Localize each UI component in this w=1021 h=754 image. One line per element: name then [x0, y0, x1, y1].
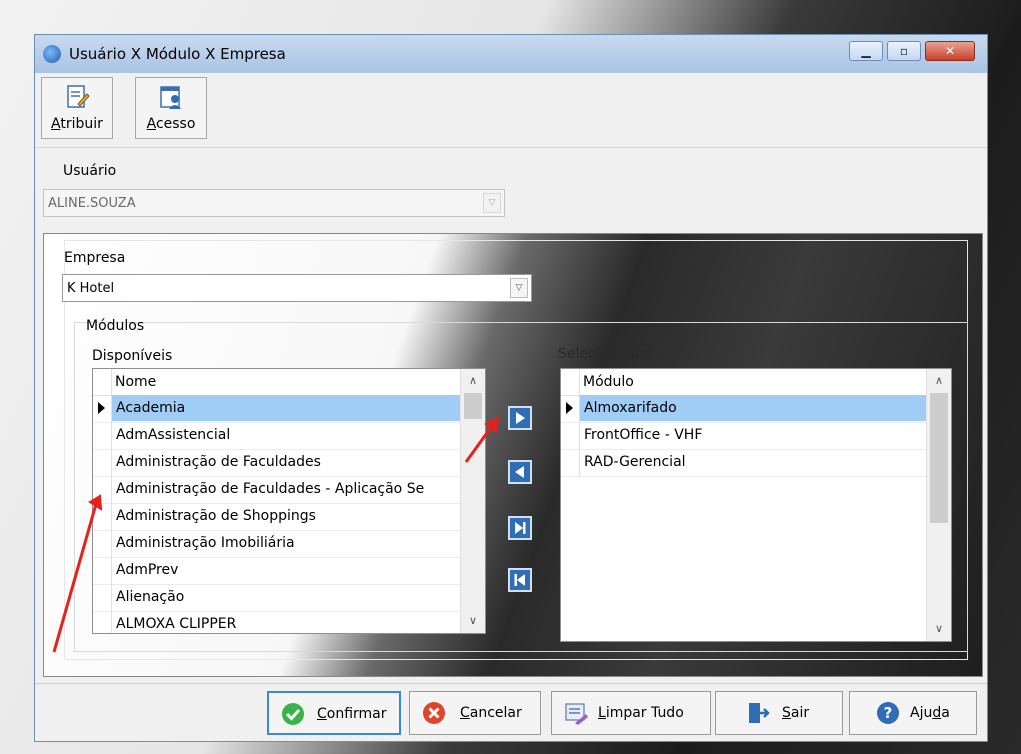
window-title: Usuário X Módulo X Empresa [69, 45, 286, 63]
confirmar-label: Confirmar [317, 706, 387, 722]
atribuir-label: Atribuir [51, 116, 103, 132]
bottom-separator [35, 683, 987, 684]
acesso-label: Acesso [146, 116, 196, 132]
cancel-x-icon [423, 702, 445, 724]
minimize-button[interactable]: ▁ [849, 41, 883, 61]
usuario-label: Usuário [63, 163, 117, 179]
usuario-value: ALINE.SOUZA [48, 196, 136, 211]
exit-door-icon [749, 703, 770, 723]
close-icon: ✕ [944, 44, 956, 58]
usuario-combobox[interactable]: ALINE.SOUZA ▽ [43, 189, 505, 217]
app-globe-icon [43, 45, 61, 63]
maximize-icon: ▫ [899, 44, 909, 58]
acesso-button[interactable]: Acesso [135, 77, 207, 139]
ajuda-label: Ajuda [910, 705, 950, 721]
cancelar-button[interactable]: Cancelar [409, 691, 541, 735]
edit-document-icon [67, 85, 90, 108]
dialog-window: Usuário X Módulo X Empresa ▁ ▫ ✕ Atribui… [34, 34, 988, 742]
title-bar[interactable]: Usuário X Módulo X Empresa ▁ ▫ ✕ [35, 35, 987, 73]
bottom-button-bar: Confirmar Cancelar Limpar Tudo Sair ? Aj… [35, 683, 987, 741]
chevron-down-icon[interactable]: ▽ [483, 193, 501, 213]
svg-text:?: ? [884, 704, 893, 722]
sair-label: Sair [782, 705, 810, 721]
ajuda-button[interactable]: ? Ajuda [849, 691, 977, 735]
toolbar: Atribuir Acesso [41, 77, 221, 141]
modules-panel: Empresa K Hotel ▽ Módulos Disponíveis Se… [43, 233, 983, 677]
limpar-tudo-button[interactable]: Limpar Tudo [551, 691, 711, 735]
minimize-icon: ▁ [861, 44, 871, 58]
clear-all-icon [565, 703, 588, 725]
limpar-tudo-label: Limpar Tudo [598, 705, 684, 721]
help-question-icon: ? [877, 702, 899, 724]
sair-button[interactable]: Sair [715, 691, 843, 735]
atribuir-button[interactable]: Atribuir [41, 77, 113, 139]
maximize-button[interactable]: ▫ [887, 41, 921, 61]
check-circle-icon [282, 703, 304, 725]
confirmar-button[interactable]: Confirmar [267, 691, 401, 735]
annotation-arrows [52, 416, 500, 653]
close-button[interactable]: ✕ [925, 41, 975, 61]
cancelar-label: Cancelar [460, 705, 522, 721]
user-access-icon [160, 86, 181, 109]
toolbar-separator [35, 147, 987, 148]
